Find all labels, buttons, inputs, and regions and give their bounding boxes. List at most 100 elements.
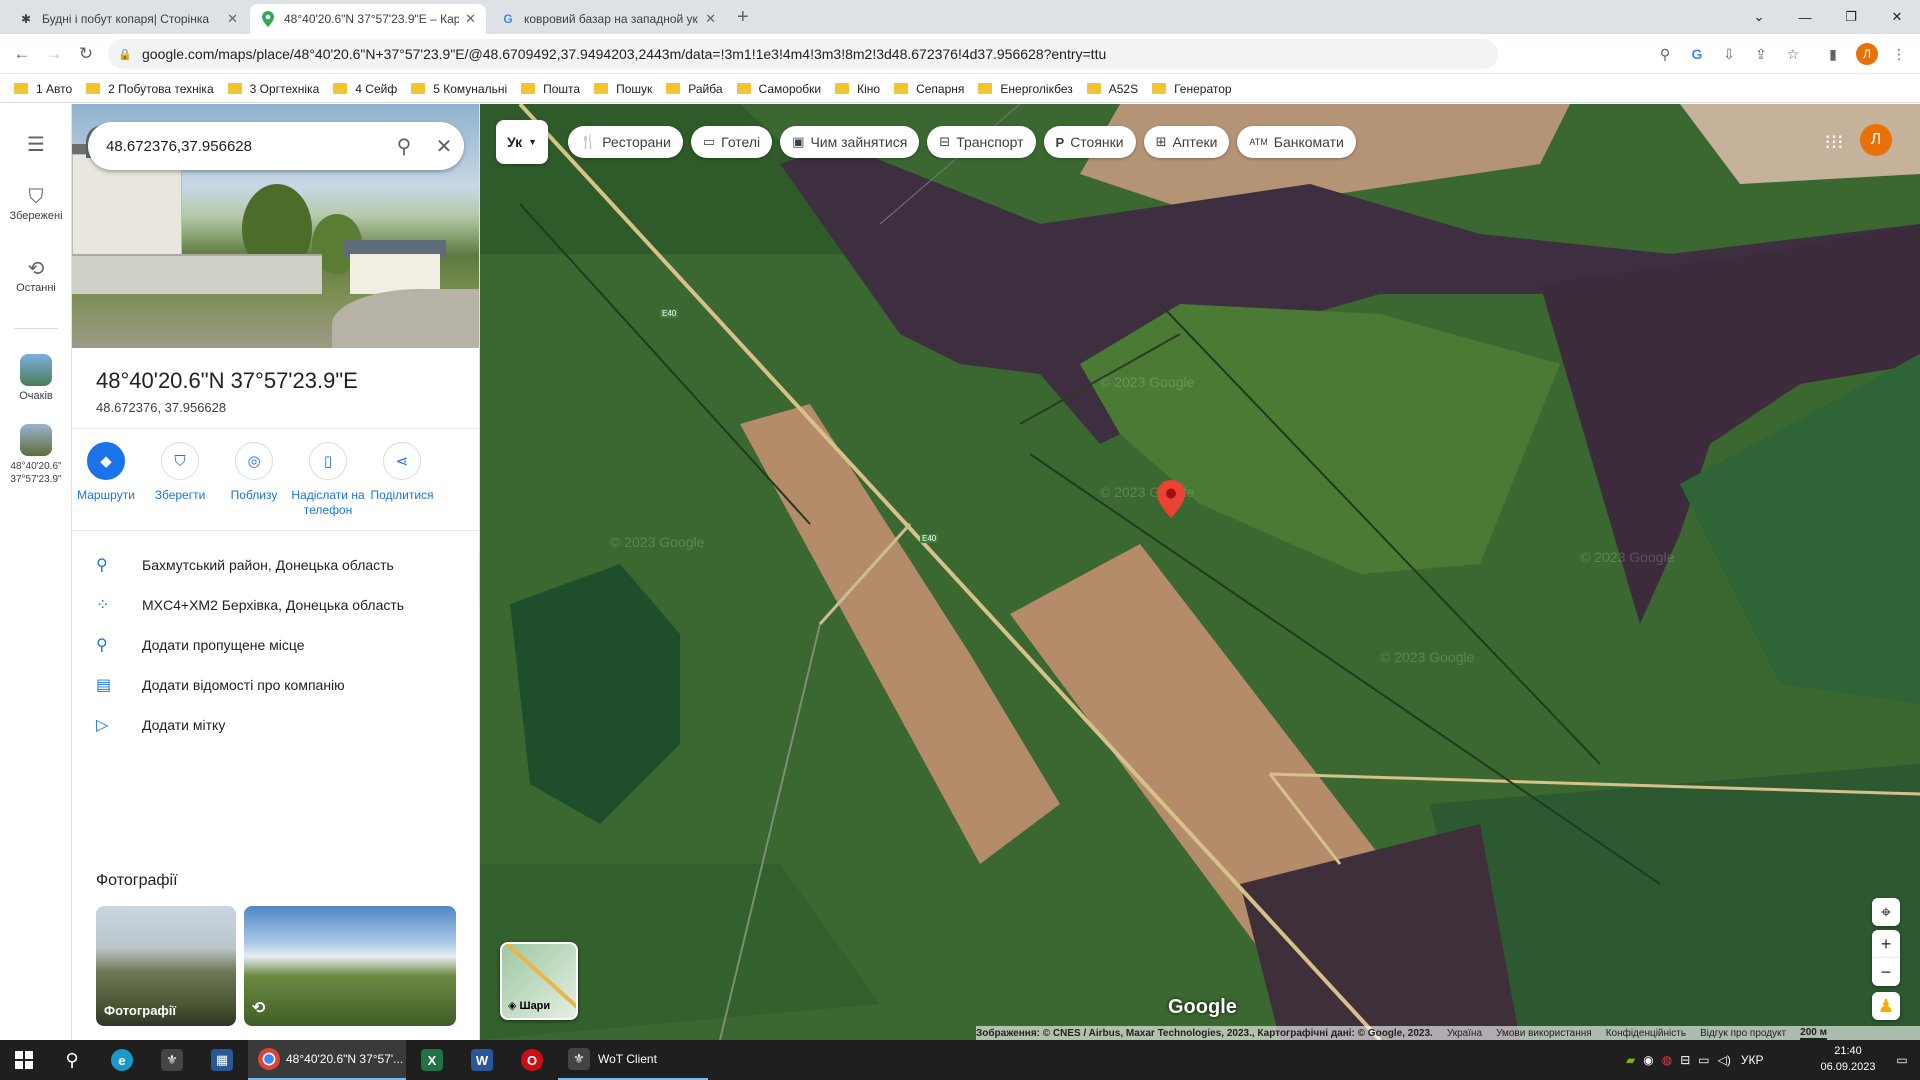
taskbar-wot-client[interactable]: ⚜ WoT Client [558, 1040, 708, 1080]
address-bar[interactable]: 🔒 google.com/maps/place/48°40'20.6"N+37°… [108, 39, 1498, 69]
wot-icon[interactable]: ⚜ [148, 1040, 196, 1080]
map-pin-icon[interactable] [1157, 480, 1185, 518]
chip-atms[interactable]: ATM Банкомати [1237, 126, 1356, 158]
region-link[interactable]: Україна [1447, 1028, 1482, 1039]
bookmark-item[interactable]: Саморобки [736, 82, 821, 96]
forward-icon[interactable]: → [42, 42, 66, 66]
bookmark-item[interactable]: Енерголікбез [978, 82, 1073, 96]
nearby-button[interactable]: ◎ Поблизу [216, 442, 292, 503]
apps-grid-icon[interactable]: ⁝⁝⁝ [1818, 126, 1850, 158]
account-avatar[interactable]: Л [1860, 124, 1892, 156]
star-icon[interactable]: ☆ [1782, 43, 1804, 65]
street-view-pegman[interactable]: ♟ [1872, 992, 1900, 1020]
close-icon[interactable]: ✕ [227, 11, 238, 27]
layers-button[interactable]: ◈ Шари [500, 942, 578, 1020]
photo-360-thumbnail[interactable]: ⟲ [244, 906, 456, 1026]
chip-hotels[interactable]: ▭ Готелі [690, 126, 773, 158]
info-row-add-business[interactable]: ▤ Додати відомості про компанію [72, 665, 479, 705]
bookmark-item[interactable]: Пошта [521, 82, 580, 96]
chip-restaurants[interactable]: 🍴 Ресторани [568, 126, 683, 158]
bookmark-item[interactable]: 2 Побутова техніка [86, 82, 214, 96]
info-row-plus-code[interactable]: ⁘ MXC4+XM2 Берхівка, Донецька область [72, 585, 479, 625]
tab-search-icon[interactable]: ⌄ [1736, 0, 1782, 34]
bookmark-item[interactable]: 5 Комунальні [411, 82, 507, 96]
bookmark-item[interactable]: Генератор [1152, 82, 1232, 96]
taskbar-chrome[interactable]: 48°40'20.6"N 37°57'... [248, 1040, 406, 1080]
new-tab-icon[interactable]: + [737, 6, 749, 29]
chrome-tray-icon[interactable]: ◉ [1643, 1053, 1653, 1067]
photo-thumbnail[interactable]: Фотографії [96, 906, 236, 1026]
chip-transit[interactable]: ⊟ Транспорт [927, 126, 1036, 158]
search-box[interactable]: 48.672376,37.956628 ⚲ ✕ [88, 122, 464, 170]
minimize-icon[interactable]: — [1782, 0, 1828, 34]
restore-icon[interactable]: ❐ [1828, 0, 1874, 34]
bookmark-item[interactable]: Райба [666, 82, 723, 96]
share-button[interactable]: ⋖ Поділитися [364, 442, 440, 503]
rail-saved[interactable]: ⛉ Збережені [0, 184, 72, 222]
directions-button[interactable]: ◆ Маршрути [72, 442, 144, 503]
input-language[interactable]: УКР [1741, 1053, 1764, 1067]
place-coordinates[interactable]: 48.672376, 37.956628 [96, 400, 226, 415]
menu-dots-icon[interactable]: ⋮ [1888, 43, 1910, 65]
volume-icon[interactable]: ◁) [1718, 1053, 1731, 1067]
chip-parking[interactable]: P Стоянки [1043, 126, 1136, 158]
close-icon[interactable]: ✕ [465, 11, 476, 27]
info-row-add-label[interactable]: ▷ Додати мітку [72, 705, 479, 745]
info-row-address[interactable]: ⚲ Бахмутський район, Донецька область [72, 545, 479, 585]
close-icon[interactable]: ✕ [705, 11, 716, 27]
bookmark-item[interactable]: 3 Оргтехніка [227, 82, 319, 96]
bookmark-item[interactable]: Пошук [594, 82, 652, 96]
nvidia-icon[interactable]: ▰ [1626, 1053, 1635, 1067]
rail-recent[interactable]: ⟲ Останні [0, 256, 72, 294]
send-to-phone-button[interactable]: ▯ Надіслати на телефон [290, 442, 366, 518]
bookmark-item[interactable]: A52S [1086, 82, 1138, 96]
profile-avatar[interactable]: Л [1856, 43, 1878, 65]
search-icon[interactable]: ⚲ [384, 126, 424, 166]
reload-icon[interactable]: ↻ [74, 42, 98, 66]
edge-icon[interactable]: e [98, 1040, 146, 1080]
system-clock[interactable]: 21:40 06.09.2023 [1812, 1043, 1884, 1075]
share-page-icon[interactable]: ⇪ [1750, 43, 1772, 65]
calculator-icon[interactable]: ▦ [198, 1040, 246, 1080]
excel-icon[interactable]: X [408, 1040, 456, 1080]
opera-icon[interactable]: O [508, 1040, 556, 1080]
bookmark-item[interactable]: 1 Авто [14, 82, 72, 96]
bookmark-item[interactable]: 4 Сейф [333, 82, 397, 96]
windows-start-icon[interactable] [0, 1040, 48, 1080]
word-icon[interactable]: W [458, 1040, 506, 1080]
tab-1[interactable]: ✱ Будні і побут копаря| Сторінка ✕ [8, 4, 248, 34]
zoom-in-button[interactable]: + [1872, 930, 1900, 958]
language-chip[interactable]: Ук ▼ [496, 120, 548, 164]
back-icon[interactable]: ← [10, 42, 34, 66]
clear-search-icon[interactable]: ✕ [424, 126, 464, 166]
notifications-icon[interactable]: ▭ [1884, 1040, 1920, 1080]
my-location-button[interactable]: ⌖ [1872, 898, 1900, 926]
save-button[interactable]: ⛉ Зберегти [142, 442, 218, 503]
zoom-out-button[interactable]: − [1872, 958, 1900, 986]
network-icon[interactable]: ⊟ [1680, 1053, 1690, 1067]
rail-recent-place-1[interactable]: Очаків [0, 354, 72, 402]
battery-icon[interactable]: ▭ [1698, 1053, 1709, 1067]
bookmark-item[interactable]: Сепарня [894, 82, 964, 96]
google-lens-icon[interactable]: G [1686, 43, 1708, 65]
bookmark-item[interactable]: Кіно [835, 82, 880, 96]
terms-link[interactable]: Умови використання [1496, 1028, 1592, 1039]
opera-tray-icon[interactable]: ◍ [1662, 1053, 1672, 1067]
privacy-link[interactable]: Конфіденційність [1606, 1028, 1686, 1039]
location-icon[interactable]: ⚲ [1654, 43, 1676, 65]
info-row-add-place[interactable]: ⚲ Додати пропущене місце [72, 625, 479, 665]
menu-button[interactable]: ☰ [0, 132, 72, 158]
side-panel-icon[interactable]: ▮ [1822, 43, 1844, 65]
satellite-map[interactable]: E40 E40 © 2023 Google © 2023 Google © 20… [480, 104, 1920, 1040]
scale-bar[interactable]: 200 м [1800, 1027, 1828, 1040]
search-input[interactable]: 48.672376,37.956628 [106, 138, 384, 155]
chip-pharmacies[interactable]: ⊞ Аптеки [1143, 126, 1230, 158]
chip-things-to-do[interactable]: ▣ Чим зайнятися [780, 126, 920, 158]
feedback-link[interactable]: Відгук про продукт [1700, 1028, 1786, 1039]
tab-3[interactable]: G ковровий базар на западной ук ✕ [490, 4, 726, 34]
address-url[interactable]: google.com/maps/place/48°40'20.6"N+37°57… [142, 46, 1106, 62]
install-icon[interactable]: ⇩ [1718, 43, 1740, 65]
search-icon[interactable]: ⚲ [48, 1040, 96, 1080]
rail-recent-place-2[interactable]: 48°40'20.6" 37°57'23.9" [0, 424, 72, 486]
tab-2-active[interactable]: 48°40'20.6"N 37°57'23.9"E – Карт ✕ [250, 4, 486, 34]
